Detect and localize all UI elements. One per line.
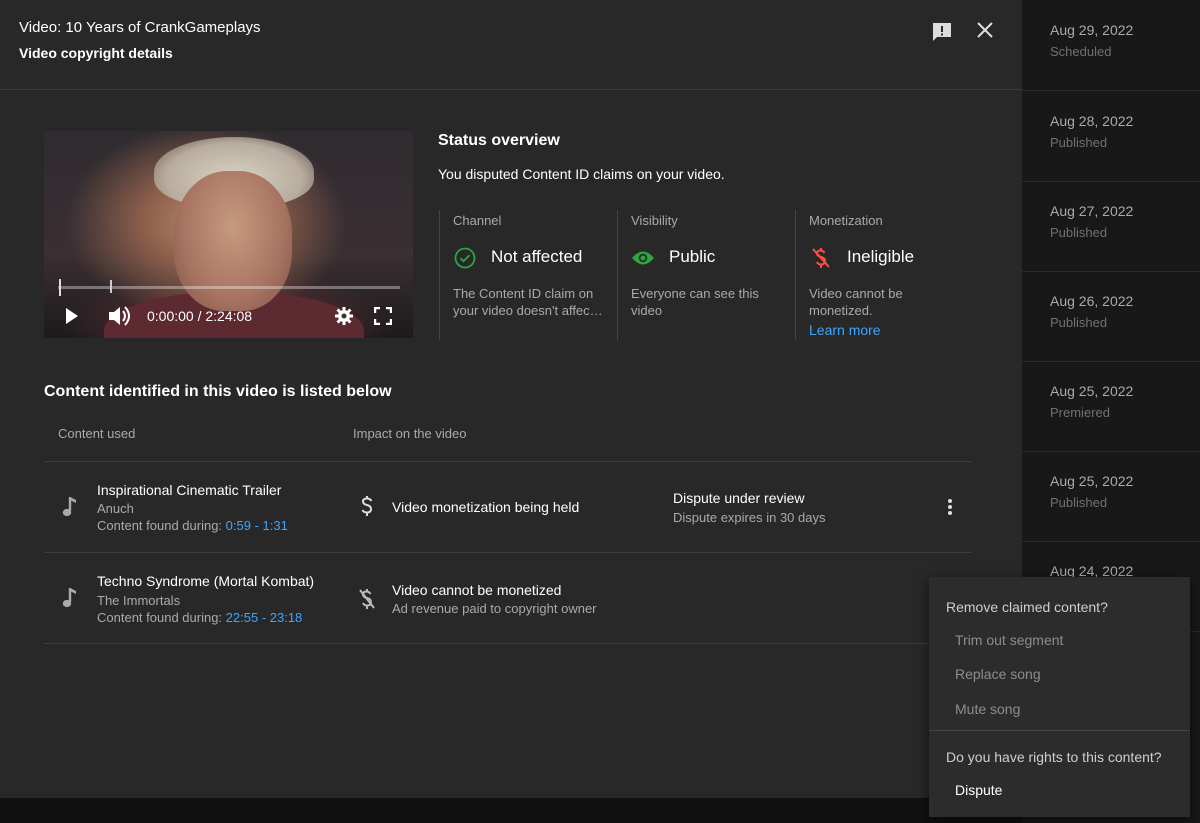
video-player[interactable]: 0:00:00 / 2:24:08 [44,131,413,338]
column-header-impact: Impact on the video [353,426,467,441]
status-monetization-value: Ineligible [847,247,915,266]
row-divider [44,461,972,462]
close-icon[interactable] [969,14,1001,46]
progress-chapter-marker [110,280,112,293]
list-item[interactable]: Aug 25, 2022 Premiered [1022,361,1200,452]
list-item[interactable]: Aug 28, 2022 Published [1022,91,1200,182]
music-note-icon [62,587,82,609]
video-frame-face [174,171,292,311]
found-label: Content found during: [97,518,223,533]
rights-heading: Do you have rights to this content? [946,749,1162,765]
content-time-range[interactable]: 0:59 - 1:31 [226,518,288,533]
list-item-date: Aug 26, 2022 [1050,293,1134,309]
status-visibility-value: Public [669,247,716,266]
content-artist: Anuch [97,501,134,516]
content-found-during: Content found during: 0:59 - 1:31 [97,518,288,533]
content-artist: The Immortals [97,593,181,608]
content-time-range[interactable]: 22:55 - 23:18 [226,610,303,625]
progress-scrubber[interactable] [59,279,61,296]
list-item[interactable]: Aug 27, 2022 Published [1022,181,1200,272]
list-item[interactable]: Aug 26, 2022 Published [1022,271,1200,362]
list-item-status: Premiered [1050,405,1110,420]
row-divider [44,552,972,553]
dollar-icon [356,495,378,517]
status-channel-desc: The Content ID claim on your video doesn… [453,286,603,318]
status-visibility-desc: Everyone can see this video [631,286,759,318]
content-title: Inspirational Cinematic Trailer [97,482,282,498]
list-item-date: Aug 28, 2022 [1050,113,1134,129]
content-options-menu: Remove claimed content? Trim out segment… [929,577,1190,817]
video-time: 0:00:00 / 2:24:08 [147,308,253,324]
impact-title: Video cannot be monetized [392,582,562,598]
list-item-status: Published [1050,315,1108,330]
more-options-icon[interactable] [940,496,960,518]
found-label: Content found during: [97,610,223,625]
status-monetization: Monetization Ineligible Video cannot be … [795,210,973,340]
dialog-title: Video: 10 Years of CrankGameplays [19,19,261,36]
dialog-subtitle: Video copyright details [19,45,173,61]
menu-item-mute-song[interactable]: Mute song [955,701,1020,717]
status-channel-label: Channel [453,213,502,228]
music-note-icon [62,496,82,518]
learn-more-link[interactable]: Learn more [809,322,881,338]
content-title: Techno Syndrome (Mortal Kombat) [97,573,315,589]
list-item-date: Aug 25, 2022 [1050,383,1134,399]
menu-divider [929,730,1190,731]
list-item-date: Aug 29, 2022 [1050,22,1134,38]
status-monetization-label: Monetization [809,213,883,228]
list-item-status: Published [1050,225,1108,240]
page-footer-strip [0,798,1022,823]
settings-icon[interactable] [333,305,355,327]
remove-content-heading: Remove claimed content? [946,599,1108,615]
check-circle-icon [453,246,477,270]
list-item-date: Aug 27, 2022 [1050,203,1134,219]
status-overview-title: Status overview [438,132,560,149]
list-item-date: Aug 25, 2022 [1050,473,1134,489]
row-divider [44,643,972,644]
content-section-title: Content identified in this video is list… [44,383,392,400]
list-item[interactable]: Aug 25, 2022 Published [1022,451,1200,542]
list-item-status: Published [1050,135,1108,150]
list-item-status: Scheduled [1050,44,1112,59]
play-icon[interactable] [64,305,80,327]
volume-icon[interactable] [106,304,132,328]
status-visibility: Visibility Public Everyone can see this … [617,210,795,340]
status-monetization-desc: Video cannot be monetized. [809,286,903,318]
menu-item-replace-song[interactable]: Replace song [955,666,1041,682]
column-header-content-used: Content used [58,426,136,441]
impact-subtitle: Ad revenue paid to copyright owner [392,601,597,616]
header-divider [0,89,1022,90]
dispute-status: Dispute under review [673,490,805,506]
menu-item-dispute[interactable]: Dispute [955,782,1002,798]
dispute-expiry: Dispute expires in 30 days [673,510,826,525]
fullscreen-icon[interactable] [372,305,394,327]
status-channel-value: Not affected [491,247,583,266]
no-money-icon [356,588,378,610]
content-found-during: Content found during: 22:55 - 23:18 [97,610,302,625]
list-item-status: Published [1050,495,1108,510]
impact-title: Video monetization being held [392,499,580,515]
feedback-icon[interactable] [926,16,958,48]
status-channel: Channel Not affected The Content ID clai… [439,210,617,340]
status-overview-text: You disputed Content ID claims on your v… [438,166,725,182]
status-visibility-label: Visibility [631,213,678,228]
eye-icon [631,246,655,270]
copyright-details-dialog: Video: 10 Years of CrankGameplays Video … [0,0,1022,798]
list-item[interactable]: Aug 29, 2022 Scheduled [1022,0,1200,91]
menu-item-trim[interactable]: Trim out segment [955,632,1063,648]
no-money-icon [809,246,833,270]
